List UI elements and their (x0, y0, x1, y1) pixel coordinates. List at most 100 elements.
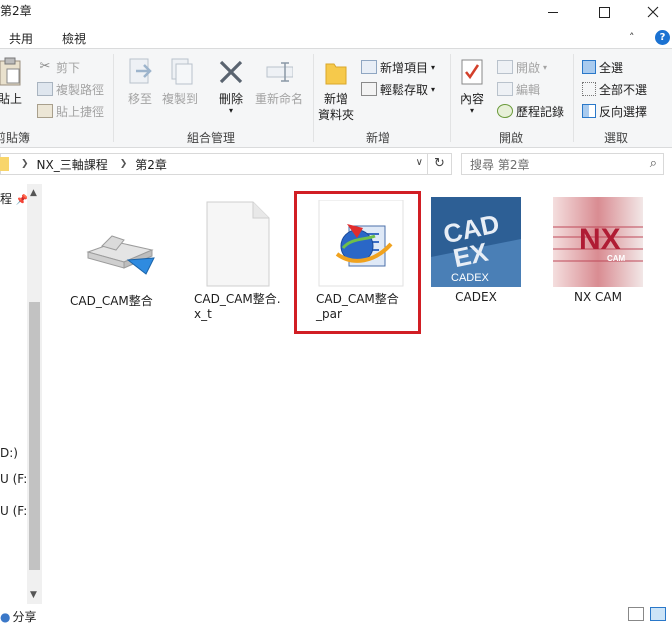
select-all-label: 全選 (599, 60, 624, 75)
tab-view[interactable]: 檢視 (62, 30, 86, 47)
folder-icon (0, 157, 9, 171)
large-icons-view-icon[interactable] (650, 607, 666, 621)
breadcrumb-item[interactable]: 第2章 (135, 156, 167, 173)
nx-logo-text: NX (579, 223, 621, 256)
properties-button[interactable]: 內容 ▾ (456, 57, 488, 115)
breadcrumb-chevron-icon[interactable]: ❯ (120, 159, 128, 169)
ribbon-tabs: 共用 檢視 ˄ ? (0, 26, 672, 48)
scroll-up-icon[interactable]: ▲ (30, 188, 37, 198)
minimize-button[interactable] (530, 0, 576, 24)
easy-access-icon (361, 82, 377, 96)
open-label: 開啟 (516, 60, 541, 75)
select-all-button[interactable]: 全選 (582, 57, 623, 77)
breadcrumb-chevron-icon[interactable]: ❯ (21, 159, 29, 169)
new-item-icon (361, 60, 377, 74)
new-folder-label-2: 資料夾 (317, 108, 354, 122)
select-group-label: 選取 (604, 131, 629, 145)
divider (450, 54, 451, 142)
file-name: CAD_CAM整合.x_t (194, 292, 281, 321)
title-bar: 第2章 (0, 0, 672, 26)
share-label: 分享 (12, 610, 37, 624)
paste-button[interactable]: 貼上 (0, 57, 26, 107)
copy-path-button[interactable]: 複製路徑 (37, 79, 104, 99)
open-icon (497, 60, 513, 74)
scrollbar-thumb[interactable] (29, 302, 40, 570)
help-icon[interactable]: ? (655, 30, 670, 45)
edit-button[interactable]: 編輯 (497, 79, 540, 99)
nav-item-label: D:) (0, 446, 18, 460)
history-button[interactable]: 歷程記錄 (497, 101, 564, 121)
tab-share[interactable]: 共用 (9, 30, 33, 47)
share-link[interactable]: ● 分享 (0, 608, 37, 625)
file-item[interactable]: CAD EX CADEX CADEX (420, 196, 532, 305)
divider (313, 54, 314, 142)
refresh-button[interactable]: ↻ (428, 153, 452, 175)
file-item[interactable]: NX CAM NX CAM (542, 196, 654, 305)
select-none-label: 全部不選 (599, 82, 648, 97)
file-name: CAD_CAM整合_par (316, 292, 399, 321)
file-item[interactable]: CAD_CAM整合.x_t (182, 198, 294, 322)
address-dropdown-icon[interactable]: ∨ (416, 157, 423, 168)
collapse-ribbon-icon[interactable]: ˄ (629, 31, 635, 44)
view-switcher (628, 607, 666, 621)
properties-dropdown-icon[interactable]: ▾ (470, 107, 474, 115)
edit-icon (497, 82, 513, 96)
delete-x-icon (217, 57, 245, 87)
move-to-button[interactable]: 移至 (122, 57, 158, 107)
file-explorer-window: 第2章 共用 檢視 ˄ ? 貼上 ✂ 剪下 複製路徑 貼上捷徑 剪貼簿 移至 複… (0, 0, 672, 626)
new-item-button[interactable]: 新增項目 ▾ (361, 57, 435, 77)
cadex-logo-caption: CADEX (451, 272, 490, 284)
address-bar[interactable]: ❯ NX_三軸課程 ❯ 第2章 ∨ (0, 153, 428, 175)
divider (573, 54, 574, 142)
refresh-icon: ↻ (434, 156, 445, 171)
move-to-icon (126, 57, 154, 87)
delete-label: 刪除 (218, 92, 243, 106)
close-button[interactable] (630, 0, 672, 24)
new-item-label: 新增項目 (380, 60, 429, 75)
search-icon: ⌕ (649, 156, 657, 171)
scroll-down-icon[interactable]: ▼ (30, 590, 37, 600)
maximize-button[interactable] (581, 0, 627, 24)
open-dropdown-icon: ▾ (543, 62, 548, 72)
file-name: CAD_CAM整合 (70, 294, 153, 308)
file-item[interactable]: CAD_CAM整合 (64, 200, 176, 309)
new-group-label: 新增 (366, 131, 391, 145)
search-placeholder: 搜尋 第2章 (470, 157, 530, 172)
history-icon (497, 104, 513, 118)
details-view-icon[interactable] (628, 607, 644, 621)
delete-button[interactable]: 刪除 ▾ (215, 57, 247, 115)
move-to-label: 移至 (127, 92, 152, 106)
cut-button[interactable]: ✂ 剪下 (37, 57, 80, 77)
nav-scrollbar[interactable]: ▲ ▼ (27, 184, 42, 604)
invert-selection-button[interactable]: 反向選擇 (582, 101, 647, 121)
file-item-selected[interactable]: CAD_CAM整合_par (304, 198, 416, 322)
easy-access-button[interactable]: 輕鬆存取 ▾ (361, 79, 435, 99)
search-input[interactable]: 搜尋 第2章 ⌕ (461, 153, 664, 175)
select-none-icon (582, 82, 596, 96)
cam-logo-text: CAM (607, 254, 626, 263)
close-icon (647, 6, 659, 18)
rename-button[interactable]: 重新命名 (254, 57, 304, 107)
rename-icon (265, 57, 293, 87)
new-folder-button[interactable]: 新增 資料夾 (316, 57, 356, 123)
clipboard-icon (0, 57, 24, 87)
copy-path-label: 複製路徑 (56, 82, 105, 97)
cadex-logo-icon: CAD EX CADEX (428, 196, 524, 288)
organize-group-label: 組合管理 (187, 131, 236, 145)
paste-shortcut-button[interactable]: 貼上捷徑 (37, 101, 104, 121)
open-button[interactable]: 開啟 ▾ (497, 57, 547, 77)
delete-dropdown-icon[interactable]: ▾ (229, 107, 233, 115)
copy-to-button[interactable]: 複製到 (160, 57, 200, 107)
open-group-label: 開啟 (499, 131, 524, 145)
easy-access-label: 輕鬆存取 (380, 82, 429, 97)
divider (113, 54, 114, 142)
rename-label: 重新命名 (254, 92, 303, 106)
breadcrumb-item[interactable]: NX_三軸課程 (37, 156, 108, 173)
cut-label: 剪下 (56, 60, 81, 75)
maximize-icon (598, 6, 610, 18)
nav-item[interactable]: D:) (0, 446, 18, 460)
nav-item[interactable]: U (F: (0, 472, 27, 486)
nav-item[interactable]: 程 📌 (0, 190, 28, 207)
file-name: NX CAM (574, 290, 622, 304)
select-none-button[interactable]: 全部不選 (582, 79, 647, 99)
